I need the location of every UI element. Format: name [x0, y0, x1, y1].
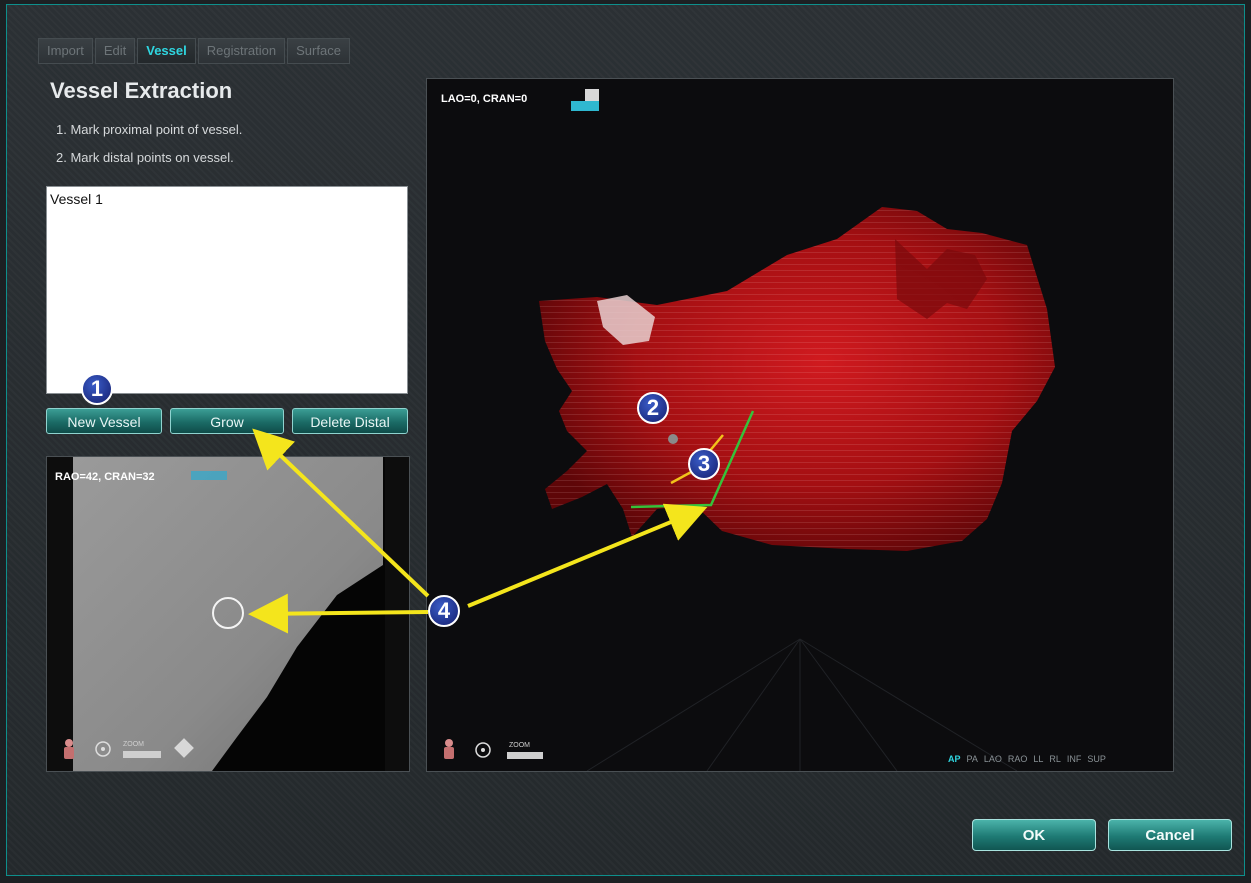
- view-preset-ll[interactable]: LL: [1033, 754, 1043, 764]
- instruction-step-2: 2. Mark distal points on vessel.: [56, 150, 234, 165]
- fluoro-orientation-label: RAO=42, CRAN=32: [55, 471, 155, 483]
- callout-marker-2: 2: [637, 392, 669, 424]
- vessel-list-item[interactable]: Vessel 1: [47, 187, 407, 211]
- cancel-button[interactable]: Cancel: [1108, 819, 1232, 851]
- tab-bar: Import Edit Vessel Registration Surface: [38, 38, 350, 64]
- view-preset-lao[interactable]: LAO: [984, 754, 1002, 764]
- tab-surface[interactable]: Surface: [287, 38, 350, 64]
- tab-registration[interactable]: Registration: [197, 38, 286, 64]
- view-preset-rao[interactable]: RAO: [1008, 754, 1028, 764]
- callout-marker-4: 4: [428, 595, 460, 627]
- fluoro-zoom-label: ZOOM: [123, 741, 144, 748]
- torso-icon[interactable]: [64, 739, 74, 759]
- grow-button[interactable]: Grow: [170, 408, 284, 434]
- main-3d-view[interactable]: LAO=0, CRAN=0 ZOOM: [426, 78, 1174, 772]
- main-orientation-label: LAO=0, CRAN=0: [441, 93, 528, 105]
- vessel-list[interactable]: Vessel 1: [46, 186, 408, 394]
- view-preset-bar: AP PA LAO RAO LL RL INF SUP: [948, 754, 1106, 764]
- fluoro-zoom-slider[interactable]: [123, 751, 161, 758]
- view-preset-ap[interactable]: AP: [948, 754, 961, 764]
- tab-vessel[interactable]: Vessel: [137, 38, 196, 64]
- main-zoom-slider[interactable]: [507, 752, 543, 759]
- new-vessel-button[interactable]: New Vessel: [46, 408, 162, 434]
- view-preset-inf[interactable]: INF: [1067, 754, 1082, 764]
- fluoro-image: [47, 457, 409, 771]
- callout-marker-1: 1: [81, 373, 113, 405]
- tab-import[interactable]: Import: [38, 38, 93, 64]
- view-preset-pa[interactable]: PA: [967, 754, 978, 764]
- fluoro-view[interactable]: RAO=42, CRAN=32 ZOOM: [46, 456, 410, 772]
- page-title: Vessel Extraction: [50, 78, 233, 103]
- view-preset-sup[interactable]: SUP: [1087, 754, 1106, 764]
- view-preset-rl[interactable]: RL: [1049, 754, 1061, 764]
- instruction-step-1: 1. Mark proximal point of vessel.: [56, 122, 243, 137]
- tab-edit[interactable]: Edit: [94, 38, 136, 64]
- heart-mesh-render: [427, 79, 1173, 771]
- ok-button[interactable]: OK: [972, 819, 1096, 851]
- main-zoom-label: ZOOM: [509, 742, 530, 749]
- torso-icon[interactable]: [444, 739, 454, 759]
- callout-marker-3: 3: [688, 448, 720, 480]
- proximal-point-marker[interactable]: [668, 434, 678, 444]
- delete-distal-button[interactable]: Delete Distal: [292, 408, 408, 434]
